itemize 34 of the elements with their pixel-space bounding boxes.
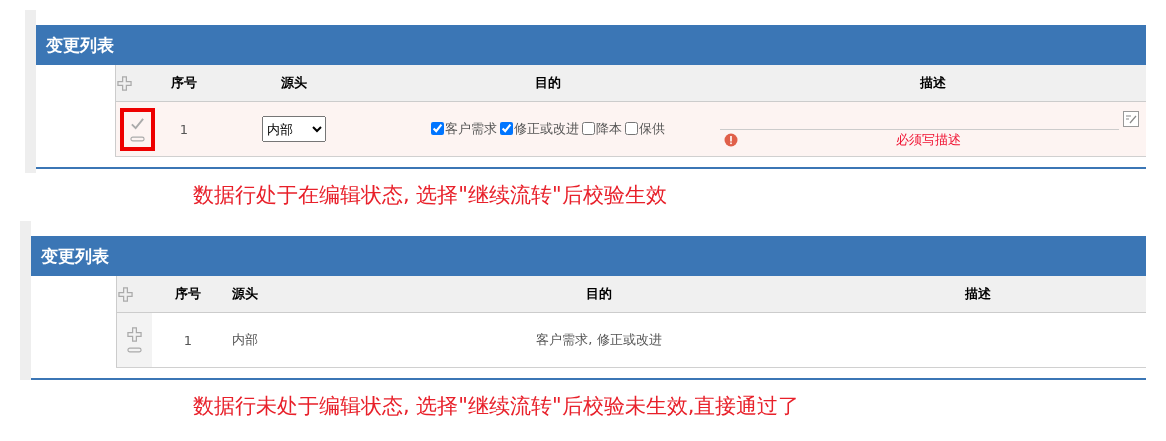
panel-title: 变更列表 xyxy=(41,244,109,268)
table-cell: 1 xyxy=(152,312,224,368)
checkbox-label: 客户需求 xyxy=(445,119,497,138)
table-cell: 内部 xyxy=(224,312,388,368)
checkbox[interactable] xyxy=(500,122,513,136)
checkbox-label: 保供 xyxy=(639,119,665,138)
column-header: 序号 xyxy=(158,65,210,102)
source-select[interactable]: 内部 xyxy=(261,116,326,142)
column-header: 源头 xyxy=(210,65,377,102)
column-header: 目的 xyxy=(388,276,810,313)
table-cell: 1 xyxy=(158,101,210,157)
check-icon[interactable] xyxy=(129,115,145,131)
remove-icon[interactable] xyxy=(129,134,145,143)
column-header: 源头 xyxy=(224,276,388,313)
add-icon[interactable] xyxy=(118,286,133,302)
add-icon[interactable] xyxy=(117,75,132,91)
checkbox-label: 降本 xyxy=(596,119,622,138)
annotation-text: 数据行未处于编辑状态, 选择"继续流转"后校验未生效,直接通过了 xyxy=(193,393,801,420)
add-icon[interactable] xyxy=(127,326,142,342)
error-message: 必须写描述 xyxy=(895,130,962,149)
checkbox-label: 修正或改进 xyxy=(514,119,579,138)
annotation-text: 数据行处于在编辑状态, 选择"继续流转"后校验生效 xyxy=(193,182,668,209)
checkbox[interactable] xyxy=(625,122,638,136)
checkbox[interactable] xyxy=(431,122,444,136)
column-header: 描述 xyxy=(719,65,1146,102)
column-header: 序号 xyxy=(152,276,224,313)
edit-icon[interactable] xyxy=(1123,110,1139,127)
column-header: 目的 xyxy=(377,65,719,102)
error-icon xyxy=(724,132,738,147)
checkbox[interactable] xyxy=(582,122,595,136)
table-cell: 客户需求, 修正或改进 xyxy=(388,312,810,368)
panel-title: 变更列表 xyxy=(46,33,114,57)
column-header: 描述 xyxy=(810,276,1146,313)
remove-icon[interactable] xyxy=(127,345,142,354)
